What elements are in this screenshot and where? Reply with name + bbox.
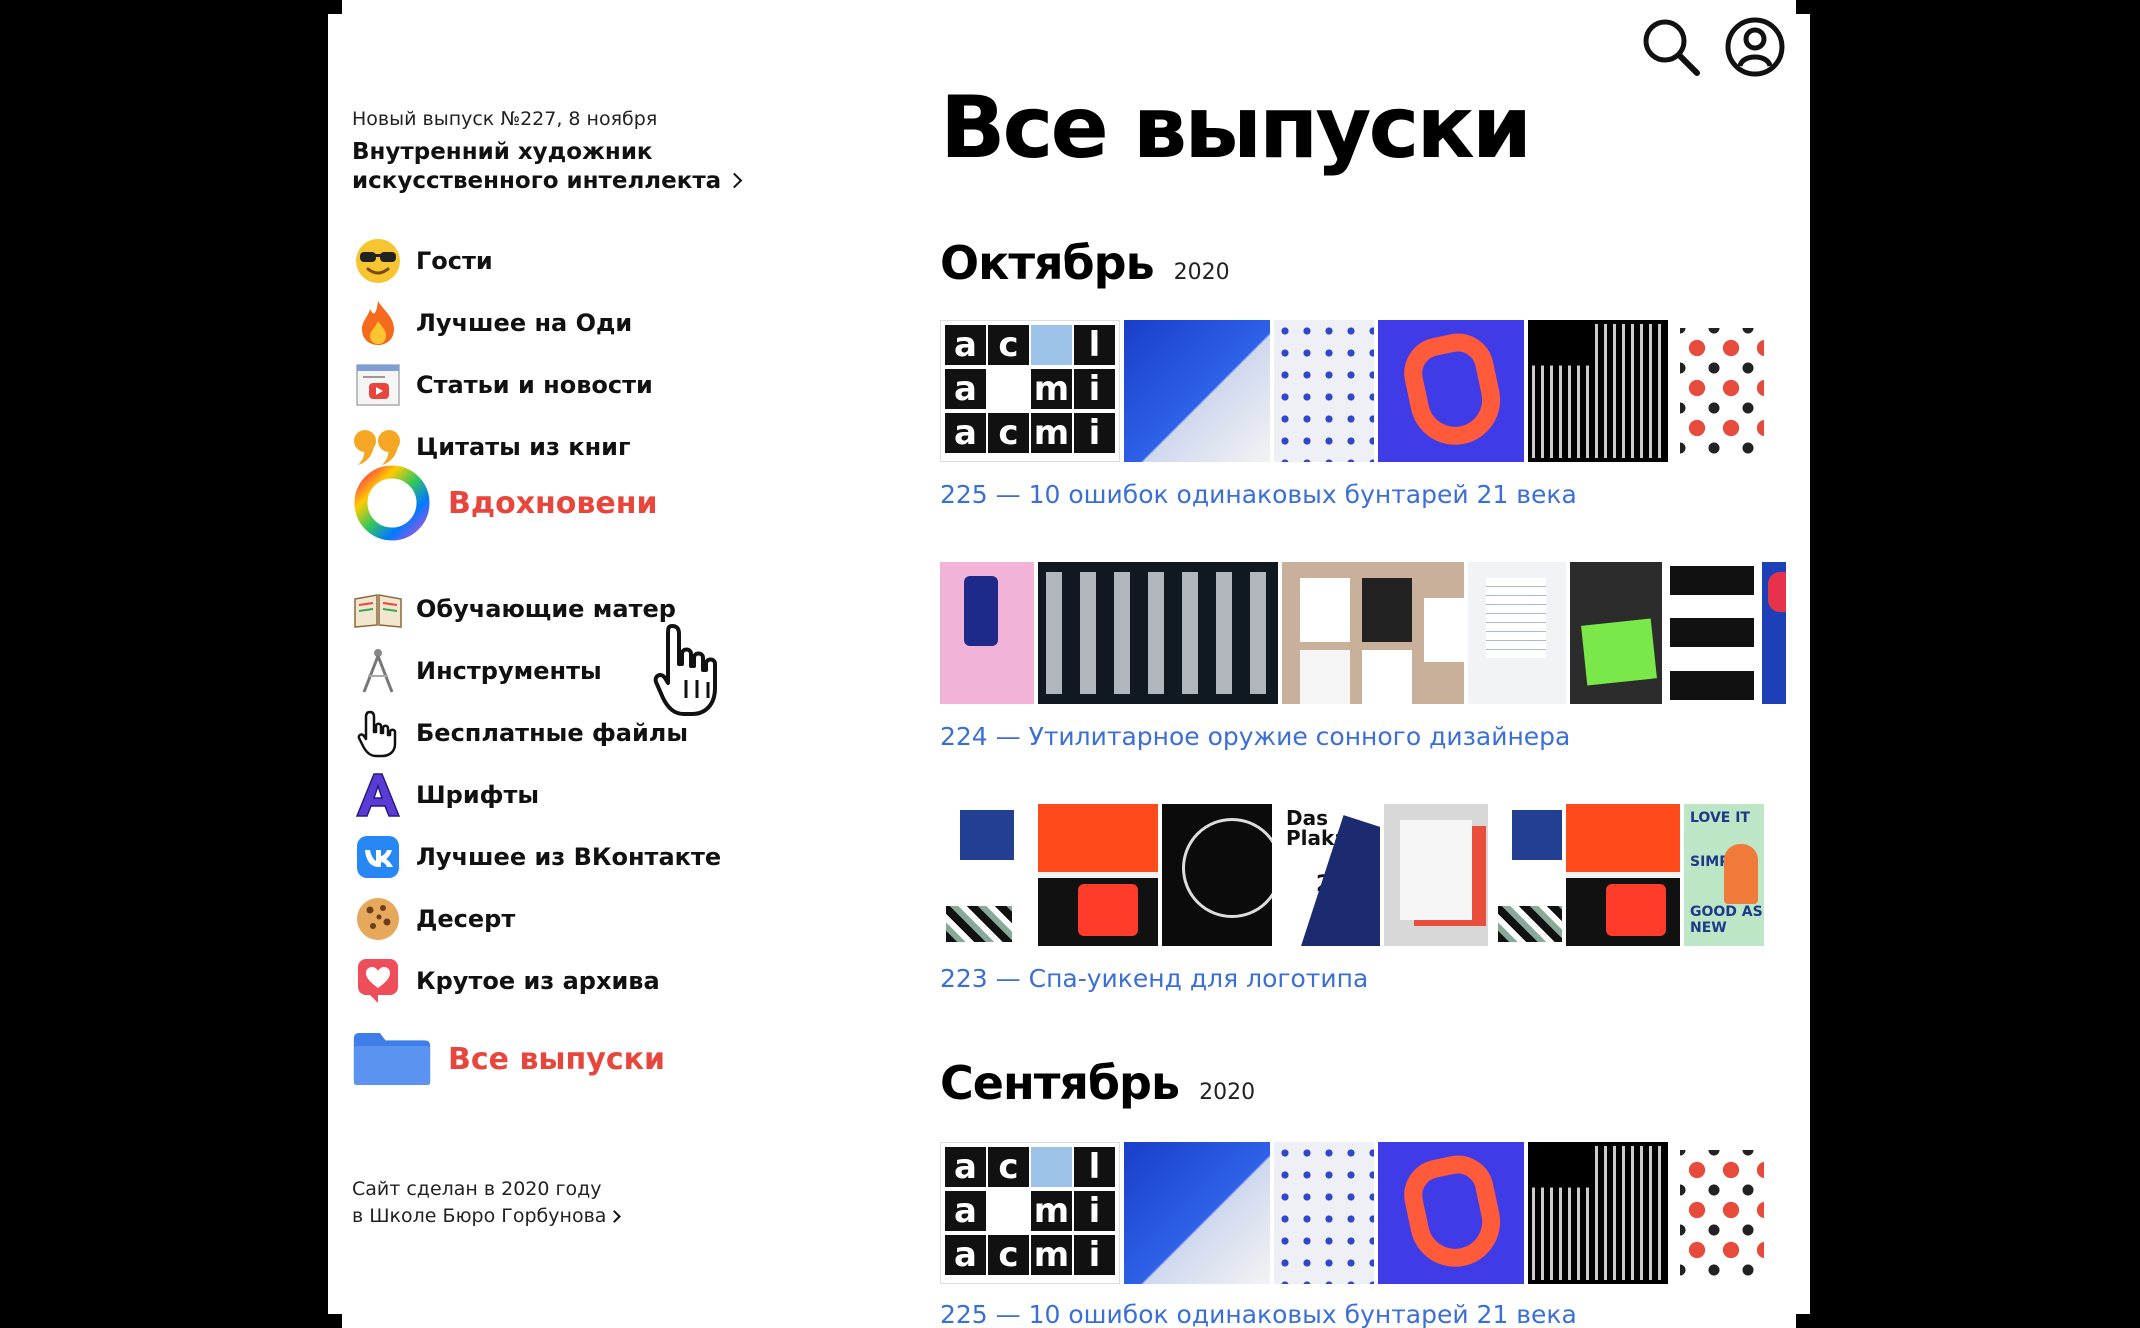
sidebar-item-label: Крутое из архива	[416, 967, 660, 995]
thumbnail	[1162, 804, 1272, 946]
search-icon[interactable]	[1640, 16, 1702, 78]
thumbnail	[1378, 1142, 1524, 1284]
cookie-icon	[352, 894, 404, 944]
sidebar-item-label: Инструменты	[416, 657, 602, 685]
color-wheel-icon	[352, 463, 432, 543]
issue-link[interactable]: 225 — 10 ошибок одинаковых бунтарей 21 в…	[940, 1300, 1577, 1328]
thumbnail	[1384, 804, 1488, 946]
plakat-title: Das Plakat	[1286, 806, 1358, 850]
thumbnail	[940, 804, 1034, 946]
sidebar-item-dessert[interactable]: Десерт	[352, 894, 515, 944]
sidebar-item-label: Шрифты	[416, 781, 540, 809]
thumbnail	[1570, 562, 1662, 704]
thumbnail	[1762, 562, 1786, 704]
thumbnail	[1566, 804, 1680, 946]
sidebar-item-inspiration[interactable]: Вдохновени	[352, 465, 658, 541]
issue-thumbnails[interactable]: Das Plakat 28.2.— 20.9. LOVE IT SIMPLE G…	[940, 804, 1786, 946]
thumbnail	[1038, 804, 1158, 946]
plakat-dates: 28.2.— 20.9.	[1316, 872, 1379, 941]
love-mid-text: SIMPLE	[1690, 854, 1748, 870]
thumbnail: LOVE IT SIMPLE GOOD AS NEW	[1684, 804, 1764, 946]
sidebar-item-learning[interactable]: Обучающие матер	[352, 584, 676, 634]
sidebar-item-fonts[interactable]: Шрифты	[352, 770, 539, 820]
top-icons	[1640, 16, 1786, 78]
thumbnail	[1468, 562, 1566, 704]
sidebar-item-vk[interactable]: Лучшее из ВКонтакте	[352, 832, 721, 882]
month-heading: Сентябрь 2020	[940, 1056, 1255, 1110]
thumbnail	[1124, 1142, 1270, 1284]
credits-line-1: Сайт сделан в 2020 году	[352, 1178, 602, 1200]
month-name: Октябрь	[940, 236, 1155, 290]
issue-link[interactable]: 225 — 10 ошибок одинаковых бунтарей 21 в…	[940, 480, 1577, 509]
thumbnail: acl ami acmi	[940, 320, 1120, 462]
issue-thumbnails[interactable]: acl ami acmi	[940, 320, 1786, 462]
sidebar-item-label: Все выпуски	[448, 1041, 666, 1077]
sidebar-item-label: Вдохновени	[448, 485, 658, 521]
thumbnail	[1672, 1142, 1772, 1284]
site-credits: Сайт сделан в 2020 году в Школе Бюро Гор…	[352, 1176, 622, 1230]
new-issue-link[interactable]: Внутренний художник искусственного интел…	[352, 138, 792, 196]
credits-line-2: в Школе Бюро Горбунова	[352, 1205, 607, 1227]
thumbnail	[1038, 562, 1278, 704]
sidebar-item-label: Цитаты из книг	[416, 433, 631, 461]
thumbnail	[1666, 562, 1758, 704]
new-issue-title: Внутренний художник искусственного интел…	[352, 139, 722, 194]
month-heading: Октябрь 2020	[940, 236, 1230, 290]
sidebar-item-tools[interactable]: Инструменты	[352, 646, 602, 696]
thumbnail	[1528, 320, 1668, 462]
issue-link[interactable]: 224 — Утилитарное оружие сонного дизайне…	[940, 722, 1570, 751]
sidebar-item-free-files[interactable]: Бесплатные файлы	[352, 708, 688, 758]
sidebar-item-guests[interactable]: Гости	[352, 236, 493, 286]
sidebar-item-archive[interactable]: Крутое из архива	[352, 956, 660, 1006]
month-year: 2020	[1173, 260, 1230, 285]
thumbnail	[940, 562, 1034, 704]
hand-pointer-icon	[352, 708, 404, 758]
thumbnail: Das Plakat 28.2.— 20.9.	[1276, 804, 1380, 946]
sidebar-item-label: Лучшее из ВКонтакте	[416, 843, 722, 871]
article-video-icon	[352, 360, 404, 410]
sidebar-item-label: Обучающие матер	[416, 595, 676, 623]
new-issue-date: Новый выпуск №227, 8 ноября	[352, 108, 658, 130]
sidebar: Новый выпуск №227, 8 ноября Внутренний х…	[352, 108, 972, 1328]
thumbnail	[1378, 320, 1524, 462]
thumbnail	[1124, 320, 1270, 462]
fire-icon	[352, 298, 404, 348]
letter-a-icon	[352, 770, 404, 820]
sidebar-item-label: Гости	[416, 247, 493, 275]
thumbnail	[1528, 1142, 1668, 1284]
thumbnail	[1282, 562, 1464, 704]
folder-icon	[352, 1019, 432, 1099]
account-icon[interactable]	[1724, 16, 1786, 78]
issue-thumbnails[interactable]	[940, 562, 1786, 704]
love-top-text: LOVE IT	[1690, 810, 1750, 826]
issue-thumbnails[interactable]: acl ami acmi	[940, 1142, 1786, 1284]
compass-icon	[352, 646, 404, 696]
thumbnail	[1274, 320, 1374, 462]
month-year: 2020	[1199, 1080, 1256, 1105]
sidebar-item-label: Статьи и новости	[416, 371, 653, 399]
issue-link[interactable]: 223 — Спа-уикенд для логотипа	[940, 964, 1368, 993]
page: Новый выпуск №227, 8 ноября Внутренний х…	[328, 0, 1810, 1328]
sunglasses-emoji-icon	[352, 236, 404, 286]
thumbnail	[1492, 804, 1562, 946]
sidebar-item-best-odi[interactable]: Лучшее на Оди	[352, 298, 632, 348]
hand-cursor-icon	[653, 624, 717, 716]
thumbnail	[1274, 1142, 1374, 1284]
thumbnail: acl ami acmi	[940, 1142, 1120, 1284]
month-name: Сентябрь	[940, 1056, 1180, 1110]
heart-badge-icon	[352, 956, 404, 1006]
books-icon	[352, 584, 404, 634]
love-bottom-text: GOOD AS NEW	[1690, 904, 1763, 936]
sidebar-item-all-issues[interactable]: Все выпуски	[352, 1032, 666, 1086]
sidebar-item-label: Десерт	[416, 905, 516, 933]
sidebar-item-articles[interactable]: Статьи и новости	[352, 360, 653, 410]
vk-icon	[352, 832, 404, 882]
chevron-right-icon	[608, 1210, 622, 1223]
chevron-right-icon	[726, 172, 743, 189]
credits-link[interactable]: в Школе Бюро Горбунова	[352, 1203, 622, 1230]
page-title: Все выпуски	[940, 78, 1532, 178]
thumbnail	[1672, 320, 1772, 462]
sidebar-item-label: Бесплатные файлы	[416, 719, 689, 747]
sidebar-item-label: Лучшее на Оди	[416, 309, 633, 337]
